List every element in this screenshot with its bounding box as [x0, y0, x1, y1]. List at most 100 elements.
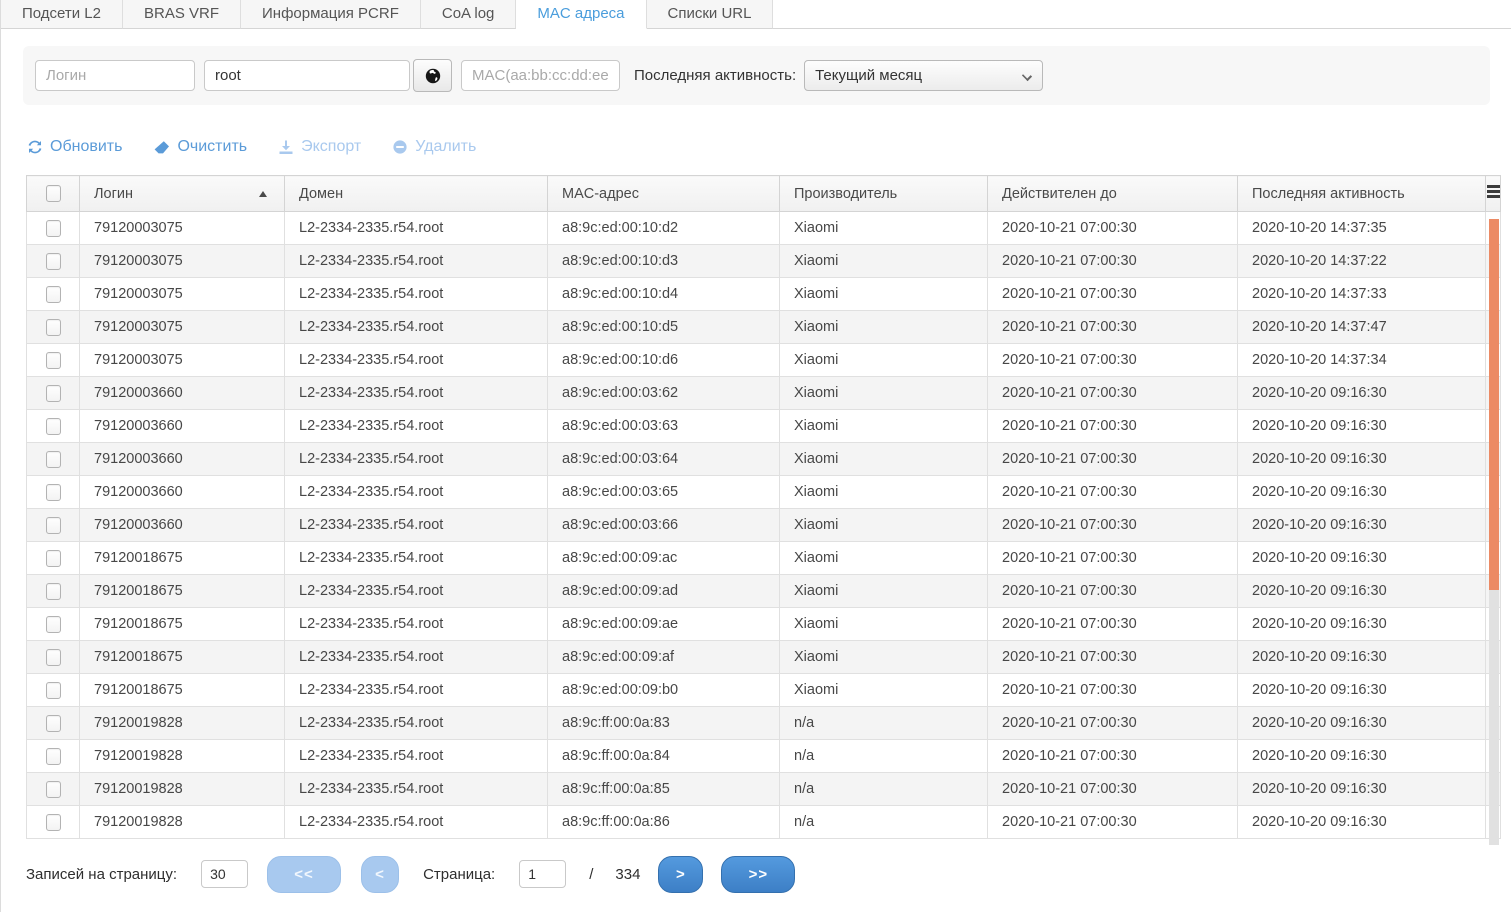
table-header-row: Логин Домен MAC-адрес Производитель Дейс… — [27, 176, 1501, 212]
row-checkbox[interactable] — [46, 682, 61, 699]
cell-mac: a8:9c:ed:00:09:ae — [548, 608, 780, 641]
cell-mac: a8:9c:ff:00:0a:85 — [548, 773, 780, 806]
cell-domain: L2-2334-2335.r54.root — [285, 806, 548, 839]
row-checkbox[interactable] — [46, 715, 61, 732]
column-header-mac[interactable]: MAC-адрес — [548, 176, 780, 212]
export-button[interactable]: Экспорт — [278, 138, 361, 156]
row-checkbox[interactable] — [46, 220, 61, 237]
row-checkbox-cell — [27, 575, 80, 608]
last-activity-select[interactable]: Текущий месяц — [804, 60, 1043, 91]
tab-podseti-l2[interactable]: Подсети L2 — [1, 0, 123, 29]
refresh-icon — [27, 139, 43, 155]
column-header-manufacturer[interactable]: Производитель — [780, 176, 988, 212]
cell-manufacturer: Xiaomi — [780, 641, 988, 674]
table-row: 79120018675L2-2334-2335.r54.roota8:9c:ed… — [27, 542, 1501, 575]
last-page-button[interactable]: >> — [721, 856, 795, 893]
per-page-input[interactable] — [201, 860, 248, 888]
cell-valid-until: 2020-10-21 07:00:30 — [988, 245, 1238, 278]
mac-filter-input[interactable] — [461, 60, 620, 91]
cell-last-activity: 2020-10-20 09:16:30 — [1238, 542, 1486, 575]
cell-domain: L2-2334-2335.r54.root — [285, 245, 548, 278]
tab-mac-addresses[interactable]: MAC адреса — [516, 0, 646, 29]
table-row: 79120019828L2-2334-2335.r54.roota8:9c:ff… — [27, 707, 1501, 740]
per-page-label: Записей на страницу: — [26, 866, 177, 883]
row-checkbox[interactable] — [46, 418, 61, 435]
cell-domain: L2-2334-2335.r54.root — [285, 608, 548, 641]
page-number-input[interactable] — [519, 860, 566, 888]
cell-last-activity: 2020-10-20 09:16:30 — [1238, 740, 1486, 773]
login-filter-input[interactable] — [35, 60, 195, 91]
cell-valid-until: 2020-10-21 07:00:30 — [988, 377, 1238, 410]
domain-lookup-button[interactable] — [413, 59, 452, 92]
table-row: 79120003075L2-2334-2335.r54.roota8:9c:ed… — [27, 311, 1501, 344]
cell-mac: a8:9c:ed:00:09:af — [548, 641, 780, 674]
row-checkbox[interactable] — [46, 649, 61, 666]
refresh-button[interactable]: Обновить — [27, 138, 122, 156]
total-pages: 334 — [615, 866, 640, 883]
cell-manufacturer: Xiaomi — [780, 509, 988, 542]
row-checkbox-cell — [27, 674, 80, 707]
row-checkbox-cell — [27, 542, 80, 575]
row-checkbox[interactable] — [46, 616, 61, 633]
row-checkbox[interactable] — [46, 781, 61, 798]
row-checkbox[interactable] — [46, 352, 61, 369]
row-checkbox-cell — [27, 806, 80, 839]
row-checkbox-cell — [27, 641, 80, 674]
column-header-last-activity[interactable]: Последняя активность — [1238, 176, 1486, 212]
table-row: 79120003660L2-2334-2335.r54.roota8:9c:ed… — [27, 476, 1501, 509]
row-checkbox[interactable] — [46, 814, 61, 831]
cell-valid-until: 2020-10-21 07:00:30 — [988, 278, 1238, 311]
tab-url-lists[interactable]: Списки URL — [647, 0, 774, 29]
table-row: 79120003660L2-2334-2335.r54.roota8:9c:ed… — [27, 443, 1501, 476]
cell-last-activity: 2020-10-20 09:16:30 — [1238, 707, 1486, 740]
first-page-button[interactable]: << — [267, 856, 341, 893]
row-checkbox-cell — [27, 707, 80, 740]
column-header-valid-until[interactable]: Действителен до — [988, 176, 1238, 212]
column-header-login[interactable]: Логин — [80, 176, 285, 212]
cell-login: 79120003660 — [80, 443, 285, 476]
pagination-bar: Записей на страницу: << < Страница: / 33… — [1, 852, 1511, 896]
next-page-button[interactable]: > — [658, 856, 703, 893]
tab-pcrf-info[interactable]: Информация PCRF — [241, 0, 421, 29]
row-checkbox-cell — [27, 443, 80, 476]
cell-mac: a8:9c:ed:00:10:d6 — [548, 344, 780, 377]
cell-login: 79120018675 — [80, 608, 285, 641]
row-checkbox[interactable] — [46, 748, 61, 765]
domain-search-input[interactable] — [204, 60, 410, 91]
row-checkbox[interactable] — [46, 286, 61, 303]
tab-coa-log[interactable]: CoA log — [421, 0, 517, 29]
columns-menu-button[interactable] — [1486, 176, 1501, 212]
row-checkbox[interactable] — [46, 583, 61, 600]
select-all-checkbox[interactable] — [46, 185, 61, 202]
table-scrollbar-thumb[interactable] — [1489, 219, 1499, 590]
delete-button[interactable]: Удалить — [392, 138, 476, 156]
cell-domain: L2-2334-2335.r54.root — [285, 575, 548, 608]
column-header-domain[interactable]: Домен — [285, 176, 548, 212]
cell-mac: a8:9c:ed:00:10:d4 — [548, 278, 780, 311]
row-checkbox[interactable] — [46, 484, 61, 501]
cell-manufacturer: Xiaomi — [780, 542, 988, 575]
row-checkbox[interactable] — [46, 517, 61, 534]
cell-domain: L2-2334-2335.r54.root — [285, 443, 548, 476]
row-checkbox[interactable] — [46, 550, 61, 567]
cell-valid-until: 2020-10-21 07:00:30 — [988, 542, 1238, 575]
cell-login: 79120019828 — [80, 806, 285, 839]
cell-mac: a8:9c:ff:00:0a:83 — [548, 707, 780, 740]
row-checkbox[interactable] — [46, 253, 61, 270]
table-row: 79120003075L2-2334-2335.r54.roota8:9c:ed… — [27, 245, 1501, 278]
cell-domain: L2-2334-2335.r54.root — [285, 410, 548, 443]
clear-button[interactable]: Очистить — [153, 138, 247, 156]
cell-login: 79120018675 — [80, 674, 285, 707]
row-checkbox[interactable] — [46, 451, 61, 468]
row-checkbox[interactable] — [46, 319, 61, 336]
tab-bras-vrf[interactable]: BRAS VRF — [123, 0, 241, 29]
cell-login: 79120019828 — [80, 740, 285, 773]
row-checkbox[interactable] — [46, 385, 61, 402]
cell-domain: L2-2334-2335.r54.root — [285, 509, 548, 542]
cell-last-activity: 2020-10-20 09:16:30 — [1238, 608, 1486, 641]
prev-page-button[interactable]: < — [361, 856, 399, 893]
cell-domain: L2-2334-2335.r54.root — [285, 476, 548, 509]
cell-valid-until: 2020-10-21 07:00:30 — [988, 476, 1238, 509]
cell-last-activity: 2020-10-20 09:16:30 — [1238, 773, 1486, 806]
cell-login: 79120003660 — [80, 509, 285, 542]
